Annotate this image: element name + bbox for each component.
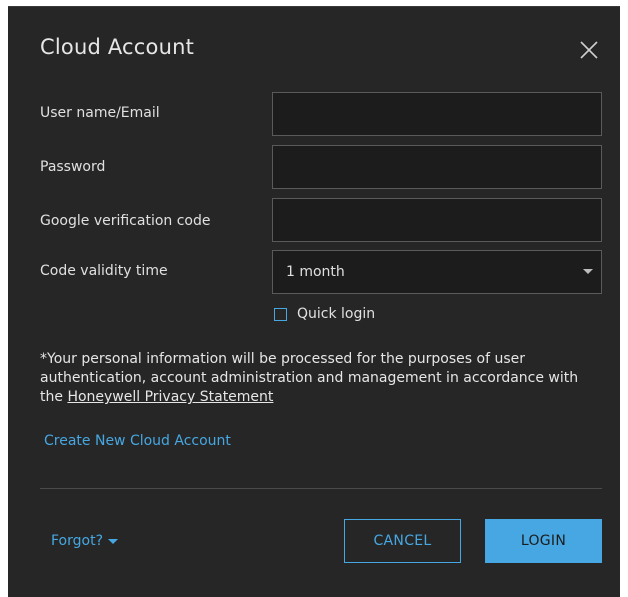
quick-login-label: Quick login — [297, 306, 376, 322]
privacy-notice: *Your personal information will be proce… — [40, 350, 600, 407]
chevron-down-icon — [583, 269, 593, 274]
cancel-button[interactable]: CANCEL — [344, 519, 461, 563]
forgot-label: Forgot? — [51, 533, 104, 549]
dialog-title: Cloud Account — [40, 35, 195, 59]
create-account-link[interactable]: Create New Cloud Account — [44, 433, 231, 449]
google-code-input[interactable] — [272, 198, 602, 242]
validity-label: Code validity time — [40, 263, 168, 279]
username-input[interactable] — [272, 92, 602, 136]
caret-down-icon — [108, 538, 119, 544]
password-label: Password — [40, 159, 106, 175]
google-code-label: Google verification code — [40, 213, 211, 229]
quick-login-option[interactable]: Quick login — [274, 305, 375, 323]
forgot-dropdown[interactable]: Forgot? — [51, 533, 119, 549]
quick-login-checkbox[interactable] — [274, 307, 287, 321]
username-label: User name/Email — [40, 105, 160, 121]
divider — [40, 488, 602, 489]
close-icon[interactable] — [579, 40, 599, 60]
login-button[interactable]: LOGIN — [485, 519, 602, 563]
cloud-account-dialog: Cloud Account User name/Email Password G… — [8, 6, 620, 597]
password-input[interactable] — [272, 145, 602, 189]
privacy-statement-link[interactable]: Honeywell Privacy Statement — [67, 389, 273, 405]
validity-value: 1 month — [286, 264, 345, 280]
validity-select[interactable]: 1 month — [272, 250, 602, 294]
